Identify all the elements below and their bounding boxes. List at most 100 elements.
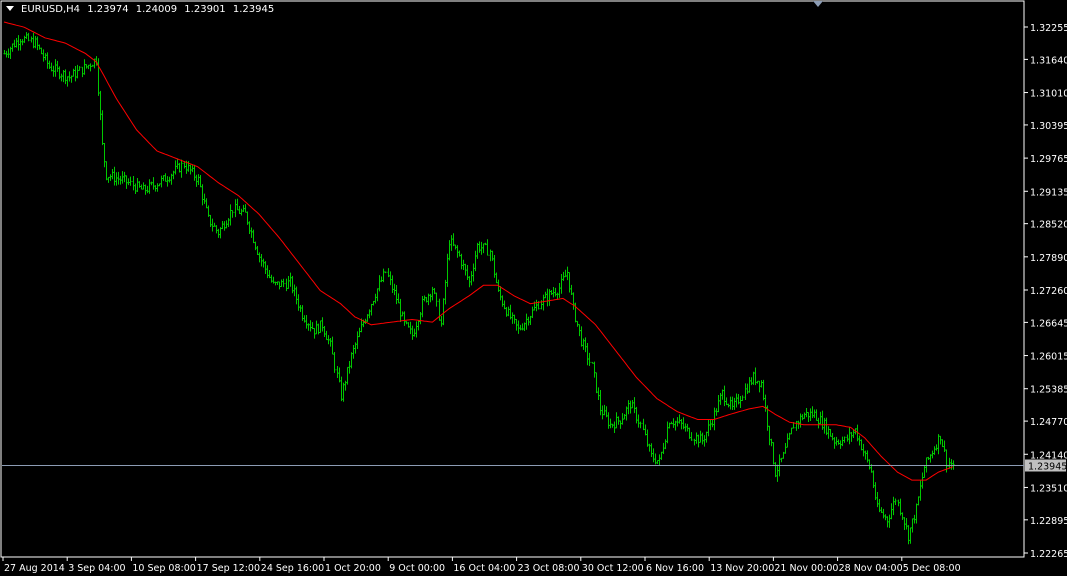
price-bar — [631, 399, 634, 409]
price-bar — [413, 328, 416, 337]
price-bar — [688, 427, 691, 439]
price-bar — [450, 235, 453, 251]
price-bar — [876, 491, 879, 508]
price-bar — [62, 69, 65, 83]
price-axis: 1.32255 1.31640 1.31010 1.30395 1.29765 1.291… — [1024, 23, 1067, 560]
price-bar — [180, 159, 183, 178]
price-bar — [56, 60, 59, 72]
price-bar — [346, 366, 349, 385]
price-bar — [803, 412, 806, 419]
price-bar — [258, 252, 261, 263]
time-tick-label: 17 Sep 12:00 — [197, 563, 260, 574]
price-bar — [564, 269, 567, 278]
price-tick-label: 1.22265 — [1030, 549, 1067, 560]
price-bar — [223, 221, 226, 231]
price-bar — [356, 331, 359, 350]
price-bar — [111, 169, 114, 180]
price-bar — [672, 418, 675, 428]
price-bar — [211, 218, 214, 232]
price-bar — [197, 174, 200, 185]
price-bar — [782, 451, 785, 459]
price-bar — [864, 450, 867, 460]
price-bar — [819, 411, 822, 424]
price-bar — [880, 507, 883, 513]
price-bar — [482, 243, 485, 254]
chart-shift-marker-icon[interactable] — [813, 1, 823, 7]
price-bar — [658, 454, 661, 465]
price-bar — [452, 233, 455, 247]
price-bar — [115, 172, 118, 186]
price-tick-label: 1.29135 — [1030, 187, 1067, 198]
price-bar — [799, 413, 802, 428]
price-bar — [83, 59, 86, 75]
price-bar — [48, 60, 51, 69]
chart-window[interactable]: 1.32255 1.31640 1.31010 1.30395 1.29765 1.291… — [0, 0, 1067, 576]
price-bar — [613, 421, 616, 433]
price-bar — [807, 411, 810, 423]
price-bar — [872, 470, 875, 488]
price-bar — [829, 428, 832, 437]
price-bar — [923, 464, 926, 479]
price-bar — [282, 278, 285, 288]
price-bar — [448, 240, 451, 261]
price-bar — [458, 250, 461, 257]
price-bar — [25, 32, 28, 39]
price-bar — [552, 287, 555, 298]
price-bar — [576, 320, 579, 327]
price-bar — [515, 318, 518, 331]
price-bar — [38, 44, 41, 50]
price-bar — [417, 320, 420, 331]
price-bar — [470, 271, 473, 286]
price-bar — [435, 292, 438, 307]
price-bar — [409, 321, 412, 335]
price-chart[interactable]: 1.32255 1.31640 1.31010 1.30395 1.29765 1.291… — [0, 0, 1067, 576]
price-bar — [213, 222, 216, 227]
price-bar — [621, 413, 624, 425]
price-tick-label: 1.28520 — [1030, 220, 1067, 231]
price-bar — [201, 184, 204, 206]
price-bar — [113, 166, 116, 186]
price-bar — [209, 214, 212, 227]
price-bar — [358, 327, 361, 338]
price-bar — [415, 321, 418, 338]
price-bar — [348, 360, 351, 374]
price-bar — [860, 439, 863, 451]
price-tick-label: 1.29765 — [1030, 154, 1067, 165]
price-bar — [242, 204, 245, 212]
price-bar — [129, 176, 132, 186]
price-bar — [733, 397, 736, 410]
price-bar — [297, 294, 300, 311]
price-bar — [395, 284, 398, 305]
price-bar — [639, 421, 642, 429]
price-bar — [256, 245, 259, 256]
price-bar — [511, 312, 514, 324]
price-tick-label: 1.32255 — [1030, 23, 1067, 34]
price-tick-label: 1.26645 — [1030, 318, 1067, 329]
price-bar — [748, 377, 751, 393]
price-bar — [862, 443, 865, 457]
price-bar — [509, 304, 512, 320]
price-bar — [629, 400, 632, 414]
price-bar — [234, 199, 237, 218]
price-bar — [303, 315, 306, 323]
price-bar — [758, 380, 761, 393]
price-bar — [693, 438, 696, 446]
time-tick-label: 23 Oct 08:00 — [518, 563, 580, 574]
price-bar — [54, 59, 57, 77]
current-price-label: 1.23945 — [1025, 459, 1067, 473]
symbol-menu-arrow-icon[interactable] — [6, 6, 14, 11]
price-bar — [3, 50, 6, 55]
price-bar — [32, 32, 35, 49]
price-bar — [690, 432, 693, 441]
price-bar — [478, 241, 481, 253]
price-bar — [695, 432, 698, 444]
price-bar — [160, 175, 163, 188]
price-bar — [468, 276, 471, 288]
price-bar — [278, 281, 281, 290]
price-bar — [342, 382, 345, 402]
price-bar — [790, 427, 793, 435]
price-bar — [370, 303, 373, 316]
price-bar — [250, 227, 253, 238]
price-bar — [601, 405, 604, 420]
price-bar — [756, 380, 759, 384]
